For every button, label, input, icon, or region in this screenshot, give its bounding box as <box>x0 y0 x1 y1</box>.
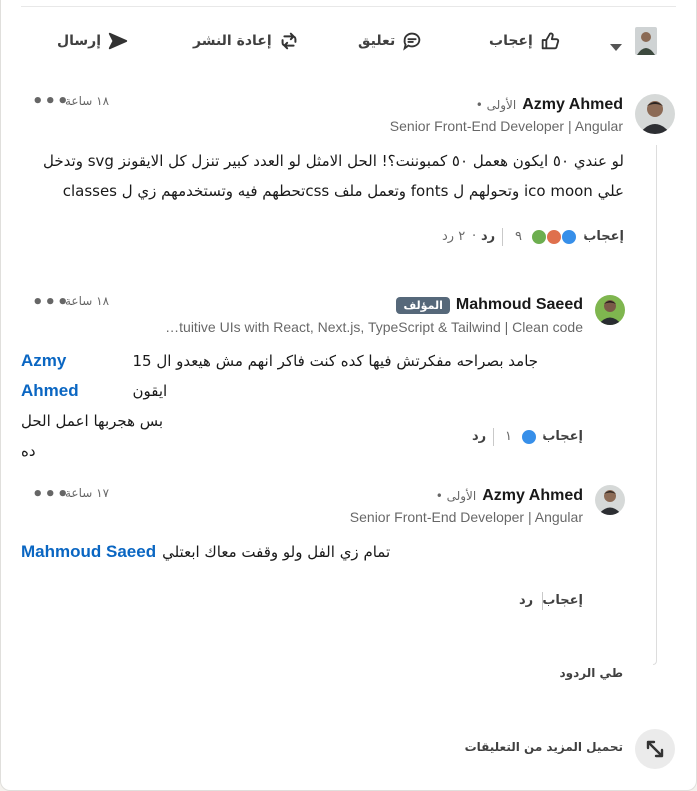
repost-button[interactable]: إعادة النشر <box>193 30 300 52</box>
avatar-azmy-ahmed[interactable] <box>635 94 675 134</box>
comment-timestamp: ١٨ ساعة <box>65 294 110 308</box>
comment-like-button[interactable]: إعجاب <box>542 429 583 444</box>
comment-button[interactable]: تعليق <box>358 30 423 52</box>
comment-like-button[interactable]: إعجاب <box>542 593 583 608</box>
reaction-count[interactable]: ٩ <box>515 229 522 244</box>
comment-text-line: بس هجربها اعمل الحل ده <box>21 412 164 460</box>
comment-1-header: • الأولى Azmy Ahmed <box>476 96 623 114</box>
reaction-count[interactable]: ١ <box>505 429 512 444</box>
comment-2-header: المؤلف Mahmoud Saeed <box>396 296 583 314</box>
comment-label: تعليق <box>358 33 396 49</box>
comment-timestamp: ١٨ ساعة <box>65 94 110 108</box>
comment-text-line: تمام زي الفل ولو وقفت معاك ابعتلي <box>162 543 391 561</box>
comment-3-header: • الأولى Azmy Ahmed <box>436 487 583 505</box>
divider <box>493 428 494 446</box>
comment-text-line: لو عندي ٥٠ ايكون هعمل ٥٠ كمبوننت؟! الحل … <box>43 152 624 170</box>
load-more-button[interactable] <box>635 729 675 769</box>
meta-dot: · <box>542 429 547 444</box>
divider <box>542 592 543 610</box>
avatar-mahmoud-saeed[interactable] <box>595 295 625 325</box>
avatar-azmy-ahmed[interactable] <box>595 485 625 515</box>
connection-degree: • الأولى <box>475 98 517 112</box>
comment-2-text: Azmy Ahmed جامد بصراحه مفكرتش فيها كده ك… <box>21 346 571 466</box>
send-button[interactable]: إرسال <box>57 30 129 52</box>
commenter-headline: Senior Front-End Developer | Angular <box>349 509 583 525</box>
connection-degree: • الأولى <box>435 489 477 503</box>
expand-arrows-icon <box>646 740 664 758</box>
comment-like-button[interactable]: إعجاب <box>583 229 624 244</box>
author-badge: المؤلف <box>396 296 450 314</box>
commenter-name[interactable]: Azmy Ahmed <box>522 96 623 114</box>
mention-link[interactable]: Mahmoud Saeed <box>21 537 156 567</box>
more-options-button[interactable]: ••• <box>32 486 70 504</box>
comments-card: إرسال إعادة النشر تعليق إعجاب • الأولى A… <box>0 0 697 791</box>
post-action-bar: إرسال إعادة النشر تعليق إعجاب <box>1 20 696 64</box>
send-icon <box>108 32 128 50</box>
comment-text-line: علي ico moon وتحولهم ل fonts وتعمل ملف c… <box>62 182 624 200</box>
commenter-name[interactable]: Azmy Ahmed <box>482 487 583 505</box>
caret-down-icon <box>610 44 622 51</box>
repost-icon <box>281 32 297 50</box>
collapse-replies-button[interactable]: طي الردود <box>560 666 623 680</box>
comment-reply-button[interactable]: رد <box>481 229 495 244</box>
more-options-button[interactable]: ••• <box>32 93 70 111</box>
thread-line <box>653 145 657 665</box>
comment-1-text: لو عندي ٥٠ ايكون هعمل ٥٠ كمبوننت؟! الحل … <box>24 146 624 206</box>
comment-timestamp: ١٧ ساعة <box>65 486 110 500</box>
comment-3-text: Mahmoud Saeed تمام زي الفل ولو وقفت معاك… <box>21 537 571 567</box>
like-reaction-icon[interactable] <box>521 429 537 445</box>
like-reaction-icon <box>561 229 577 245</box>
thumbs-up-icon <box>541 32 559 50</box>
comment-icon <box>403 32 421 51</box>
comment-text-line: جامد بصراحه مفكرتش فيها كده كنت فاكر انه… <box>132 352 539 400</box>
divider <box>502 228 503 246</box>
comment-reply-button[interactable]: رد <box>472 429 486 444</box>
mention-link[interactable]: Azmy Ahmed <box>21 346 126 406</box>
send-label: إرسال <box>57 33 102 49</box>
commenter-name[interactable]: Mahmoud Saeed <box>456 296 583 314</box>
like-label: إعجاب <box>489 33 533 49</box>
comment-reply-button[interactable]: رد <box>519 593 533 608</box>
like-button[interactable]: إعجاب <box>489 30 561 52</box>
more-options-button[interactable]: ••• <box>32 294 70 312</box>
commenter-headline: …tuitive UIs with React, Next.js, TypeSc… <box>165 319 583 335</box>
avatar-current-user[interactable] <box>635 27 657 55</box>
divider <box>21 6 676 7</box>
meta-dot: · <box>472 229 477 244</box>
replies-count[interactable]: ٢ رد <box>442 229 465 244</box>
reaction-selector-dropdown[interactable] <box>609 38 623 57</box>
love-reaction-icon <box>546 229 562 245</box>
repost-label: إعادة النشر <box>193 33 272 49</box>
support-reaction-icon <box>531 229 547 245</box>
commenter-headline: Senior Front-End Developer | Angular <box>389 118 623 134</box>
meta-dot: · <box>583 229 588 244</box>
load-more-comments-label[interactable]: تحميل المزيد من التعليقات <box>465 740 623 754</box>
